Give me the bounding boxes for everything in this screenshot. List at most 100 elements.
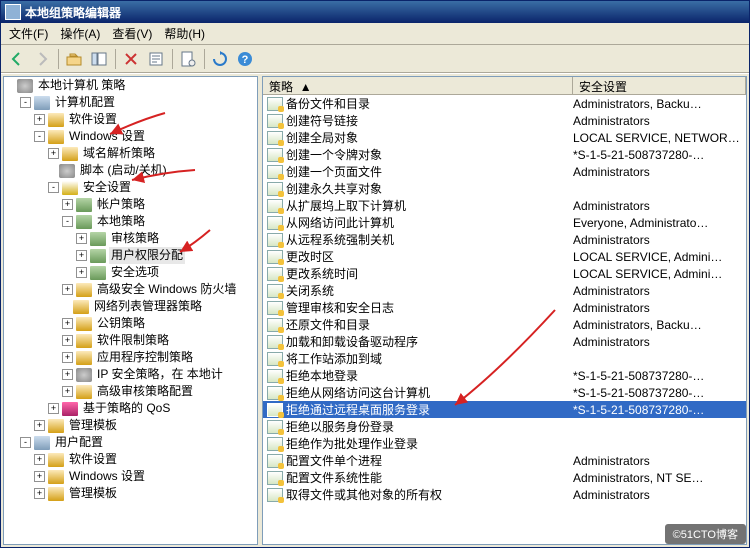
folder-icon [48, 113, 64, 127]
expand-toggle[interactable]: + [62, 369, 73, 380]
tree-local-policies[interactable]: 本地策略 [95, 213, 147, 230]
policy-row[interactable]: 管理审核和安全日志Administrators [263, 299, 746, 316]
column-security-setting[interactable]: 安全设置 [573, 77, 746, 94]
policy-row[interactable]: 将工作站添加到域 [263, 350, 746, 367]
menu-help[interactable]: 帮助(H) [158, 23, 211, 44]
tree-windows-settings-user[interactable]: Windows 设置 [67, 468, 147, 485]
refresh-button[interactable] [208, 47, 232, 71]
tree-software-restrict[interactable]: 软件限制策略 [95, 332, 171, 349]
policy-row[interactable]: 从网络访问此计算机Everyone, Administrato… [263, 214, 746, 231]
folder-icon [48, 453, 64, 467]
policy-row[interactable]: 拒绝从网络访问这台计算机*S-1-5-21-508737280-… [263, 384, 746, 401]
policy-name: 还原文件和目录 [286, 316, 370, 333]
collapse-toggle[interactable]: - [20, 437, 31, 448]
tree-user-rights-assignment[interactable]: 用户权限分配 [109, 247, 185, 264]
expand-toggle[interactable]: + [76, 267, 87, 278]
policy-row[interactable]: 创建永久共享对象 [263, 180, 746, 197]
expand-toggle[interactable]: + [76, 250, 87, 261]
policy-row[interactable]: 创建一个令牌对象*S-1-5-21-508737280-… [263, 146, 746, 163]
policy-icon [267, 250, 283, 264]
policy-row[interactable]: 从远程系统强制关机Administrators [263, 231, 746, 248]
tree-admin-templates-user[interactable]: 管理模板 [67, 485, 119, 502]
policy-row[interactable]: 创建一个页面文件Administrators [263, 163, 746, 180]
policy-row[interactable]: 更改时区LOCAL SERVICE, Admini… [263, 248, 746, 265]
tree-qos[interactable]: 基于策略的 QoS [81, 400, 172, 417]
menu-file[interactable]: 文件(F) [3, 23, 54, 44]
policy-list[interactable]: 备份文件和目录Administrators, Backu…创建符号链接Admin… [263, 95, 746, 544]
forward-button[interactable] [30, 47, 54, 71]
policy-row[interactable]: 拒绝本地登录*S-1-5-21-508737280-… [263, 367, 746, 384]
title-bar[interactable]: 本地组策略编辑器 [1, 1, 749, 23]
policy-icon [267, 420, 283, 434]
tree-security-options[interactable]: 安全选项 [109, 264, 161, 281]
expand-toggle[interactable]: + [62, 284, 73, 295]
tree-computer-config[interactable]: 计算机配置 [53, 94, 117, 111]
policy-row[interactable]: 加载和卸载设备驱动程序Administrators [263, 333, 746, 350]
menu-view[interactable]: 查看(V) [106, 23, 158, 44]
column-policy[interactable]: 策略 ▲ [263, 77, 573, 94]
collapse-toggle[interactable]: - [34, 131, 45, 142]
expand-toggle[interactable]: + [62, 318, 73, 329]
export-list-button[interactable] [144, 47, 168, 71]
expand-toggle[interactable]: + [62, 352, 73, 363]
tree-advanced-audit[interactable]: 高级审核策略配置 [95, 383, 195, 400]
up-button[interactable] [62, 47, 86, 71]
policy-row[interactable]: 配置文件系统性能Administrators, NT SE… [263, 469, 746, 486]
collapse-toggle[interactable]: - [20, 97, 31, 108]
tree-ipsec[interactable]: IP 安全策略，在 本地计 [95, 366, 225, 383]
tree-user-config[interactable]: 用户配置 [53, 434, 105, 451]
back-button[interactable] [5, 47, 29, 71]
watermark: ©51CTO博客 [665, 524, 746, 544]
policy-row[interactable]: 关闭系统Administrators [263, 282, 746, 299]
expand-toggle[interactable]: + [62, 335, 73, 346]
tree-dns-policy[interactable]: 域名解析策略 [81, 145, 157, 162]
policy-row[interactable]: 创建符号链接Administrators [263, 112, 746, 129]
tree-account-policies[interactable]: 帐户策略 [95, 196, 147, 213]
policy-row[interactable]: 从扩展坞上取下计算机Administrators [263, 197, 746, 214]
help-button[interactable]: ? [233, 47, 257, 71]
expand-toggle[interactable]: + [48, 403, 59, 414]
policy-row[interactable]: 还原文件和目录 Administrators, Backu… [263, 316, 746, 333]
expand-toggle[interactable]: + [34, 488, 45, 499]
policy-value: Administrators, Backu… [573, 318, 746, 332]
delete-button[interactable] [119, 47, 143, 71]
policy-row[interactable]: 拒绝以服务身份登录 [263, 418, 746, 435]
folder-icon [48, 419, 64, 433]
tree-software-settings-user[interactable]: 软件设置 [67, 451, 119, 468]
policy-row[interactable]: 取得文件或其他对象的所有权Administrators [263, 486, 746, 503]
policy-row[interactable]: 创建全局对象LOCAL SERVICE, NETWOR… [263, 129, 746, 146]
tree-software-settings[interactable]: 软件设置 [67, 111, 119, 128]
policy-row[interactable]: 拒绝作为批处理作业登录 [263, 435, 746, 452]
expand-toggle[interactable]: + [48, 148, 59, 159]
expand-toggle[interactable]: + [62, 199, 73, 210]
tree-windows-settings[interactable]: Windows 设置 [67, 128, 147, 145]
tree-network-list[interactable]: 网络列表管理器策略 [92, 298, 204, 315]
tree-root[interactable]: 本地计算机 策略 [36, 77, 127, 94]
tree-audit-policy[interactable]: 审核策略 [109, 230, 161, 247]
expand-toggle[interactable]: + [34, 471, 45, 482]
policy-row[interactable]: 拒绝通过远程桌面服务登录*S-1-5-21-508737280-… [263, 401, 746, 418]
tree-security-settings[interactable]: 安全设置 [81, 179, 133, 196]
expand-toggle[interactable]: + [34, 114, 45, 125]
collapse-toggle[interactable]: - [62, 216, 73, 227]
expand-toggle[interactable]: + [62, 386, 73, 397]
tree-public-key[interactable]: 公钥策略 [95, 315, 147, 332]
expand-toggle[interactable]: + [34, 454, 45, 465]
expand-toggle[interactable]: + [76, 233, 87, 244]
policy-name: 拒绝从网络访问这台计算机 [286, 384, 430, 401]
tree-app-control[interactable]: 应用程序控制策略 [95, 349, 195, 366]
collapse-toggle[interactable]: - [48, 182, 59, 193]
policy-value: Administrators, Backu… [573, 97, 746, 111]
policy-row[interactable]: 备份文件和目录Administrators, Backu… [263, 95, 746, 112]
policy-row[interactable]: 更改系统时间LOCAL SERVICE, Admini… [263, 265, 746, 282]
tree-admin-templates[interactable]: 管理模板 [67, 417, 119, 434]
tree-wfas[interactable]: 高级安全 Windows 防火墙 [95, 281, 238, 298]
policy-row[interactable]: 配置文件单个进程Administrators [263, 452, 746, 469]
show-hide-tree-button[interactable] [87, 47, 111, 71]
properties-button[interactable] [176, 47, 200, 71]
policy-icon [267, 437, 283, 451]
expand-toggle[interactable]: + [34, 420, 45, 431]
tree-scripts[interactable]: 脚本 (启动/关机) [78, 162, 169, 179]
menu-action[interactable]: 操作(A) [54, 23, 106, 44]
tree-pane[interactable]: 本地计算机 策略 - 计算机配置 + 软件设置 - Windows 设置 + 域名解析策… [3, 76, 258, 545]
